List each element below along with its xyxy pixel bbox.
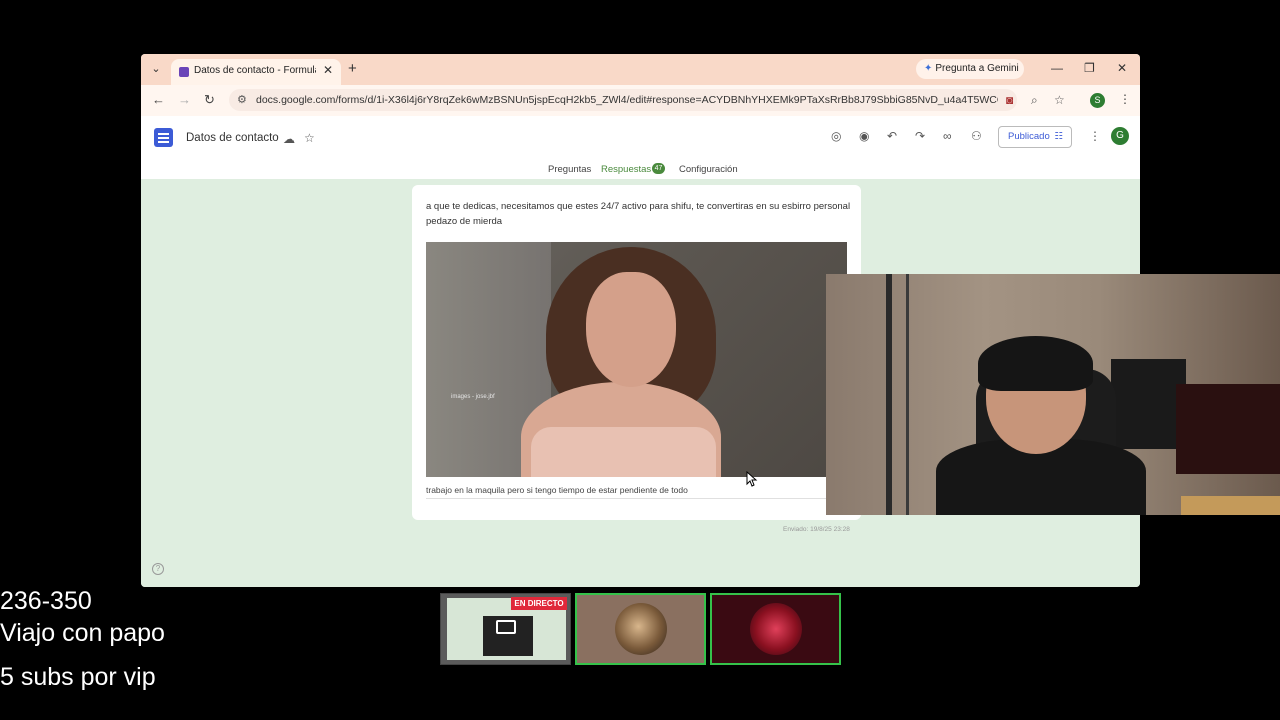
site-info-icon[interactable]: ⚙ (237, 93, 247, 106)
forward-arrow-icon[interactable]: → (178, 92, 191, 107)
extension-icon[interactable]: ◙ (1006, 93, 1013, 107)
add-collaborator-icon[interactable]: ⚇ (971, 129, 982, 143)
form-title[interactable]: Datos de contacto (186, 132, 279, 144)
gemini-spark-icon: ✦ (924, 63, 933, 74)
preview-eye-icon[interactable]: ◉ (859, 129, 869, 143)
thumbnail-screen-share[interactable]: EN DIRECTO (440, 593, 571, 665)
minimize-icon[interactable]: — (1051, 61, 1063, 75)
forms-logo-icon[interactable] (154, 128, 173, 147)
window-close-icon[interactable]: ✕ (1117, 61, 1127, 75)
tab-search-chevron-icon[interactable]: ⌄ (148, 61, 164, 77)
thumbnail-avatar-1[interactable] (575, 593, 706, 665)
browser-toolbar: ← → ↻ ⚙ docs.google.com/forms/d/1i-X36l4… (141, 85, 1140, 116)
account-avatar[interactable]: G (1111, 127, 1129, 145)
overlay-line-3: 5 subs por vip (0, 663, 156, 691)
answer-text: trabajo en la maquila pero si tengo tiem… (426, 485, 688, 495)
undo-icon[interactable]: ↶ (887, 129, 897, 143)
reload-icon[interactable]: ↻ (204, 92, 215, 108)
webcam-bed-shape (1176, 384, 1280, 474)
response-image: images - jose.jbf (426, 242, 847, 477)
tab-configuracion[interactable]: Configuración (679, 164, 738, 175)
bookmark-star-icon[interactable]: ☆ (1054, 93, 1065, 107)
publish-button[interactable]: Publicado ☷ (998, 126, 1072, 148)
webcam-pole-shape (886, 274, 892, 515)
stream-canvas: ⌄ Datos de contacto - Formulario ✕ + ✦Pr… (0, 0, 1280, 720)
webcam-person-hair (978, 336, 1093, 391)
tab-preguntas[interactable]: Preguntas (548, 164, 591, 175)
tab-respuestas[interactable]: Respuestas (601, 164, 651, 175)
question-text: a que te dedicas, necesitamos que estes … (426, 201, 851, 227)
cloud-save-icon: ☁ (283, 132, 295, 146)
more-options-icon[interactable]: ⋮ (1089, 129, 1101, 143)
restore-icon[interactable]: ❐ (1084, 61, 1095, 75)
link-icon[interactable]: ∞ (943, 129, 952, 143)
palette-icon[interactable]: ◎ (831, 129, 841, 143)
browser-menu-icon[interactable]: ⋮ (1119, 92, 1131, 106)
help-icon[interactable]: ? (152, 563, 164, 575)
top-shape (531, 427, 716, 477)
gemini-button[interactable]: ✦ Pregunta a Gemini (916, 59, 1024, 79)
mouse-cursor-icon (746, 471, 758, 487)
avatar (750, 603, 802, 655)
publish-label: Publicado (1008, 131, 1050, 142)
zoom-icon[interactable]: ⌕ (1031, 93, 1038, 108)
url-text: docs.google.com/forms/d/1i-X36l4j6rY8rqZ… (256, 94, 998, 106)
screen-share-icon (496, 620, 516, 634)
response-count-badge: 47 (652, 163, 665, 174)
gemini-button-label: Pregunta a Gemini (935, 63, 1019, 74)
webcam-desk-shape (1181, 496, 1280, 515)
redo-icon[interactable]: ↷ (915, 129, 925, 143)
back-arrow-icon[interactable]: ← (152, 92, 165, 107)
tune-icon: ☷ (1054, 131, 1063, 142)
overlay-line-2: Viajo con papo (0, 619, 165, 647)
face-shape (586, 272, 676, 387)
address-bar[interactable]: ⚙ docs.google.com/forms/d/1i-X36l4j6rY8r… (229, 89, 1017, 111)
browser-tab-active[interactable]: Datos de contacto - Formulario ✕ (171, 59, 341, 85)
webcam-cabinet-shape (1111, 359, 1186, 449)
tab-strip: ⌄ Datos de contacto - Formulario ✕ + ✦Pr… (141, 54, 1140, 85)
webcam-overlay (826, 274, 1280, 515)
image-watermark: images - jose.jbf (451, 394, 495, 400)
answer-divider (426, 498, 847, 499)
live-badge: EN DIRECTO (511, 597, 567, 610)
thumbnail-avatar-2[interactable] (710, 593, 841, 665)
avatar (615, 603, 667, 655)
webcam-pole-shape-2 (906, 274, 909, 515)
tab-title: Datos de contacto - Formulario (194, 65, 316, 76)
forms-favicon-icon (179, 67, 189, 77)
star-icon[interactable]: ☆ (304, 131, 315, 145)
browser-profile-avatar[interactable]: S (1090, 93, 1105, 108)
new-tab-button[interactable]: + (348, 60, 357, 77)
overlay-line-1: 236-350 (0, 587, 92, 615)
response-card: a que te dedicas, necesitamos que estes … (412, 185, 861, 520)
tab-close-icon[interactable]: ✕ (323, 63, 333, 77)
sent-timestamp: Enviado: 19/8/25 23:28 (783, 526, 850, 533)
